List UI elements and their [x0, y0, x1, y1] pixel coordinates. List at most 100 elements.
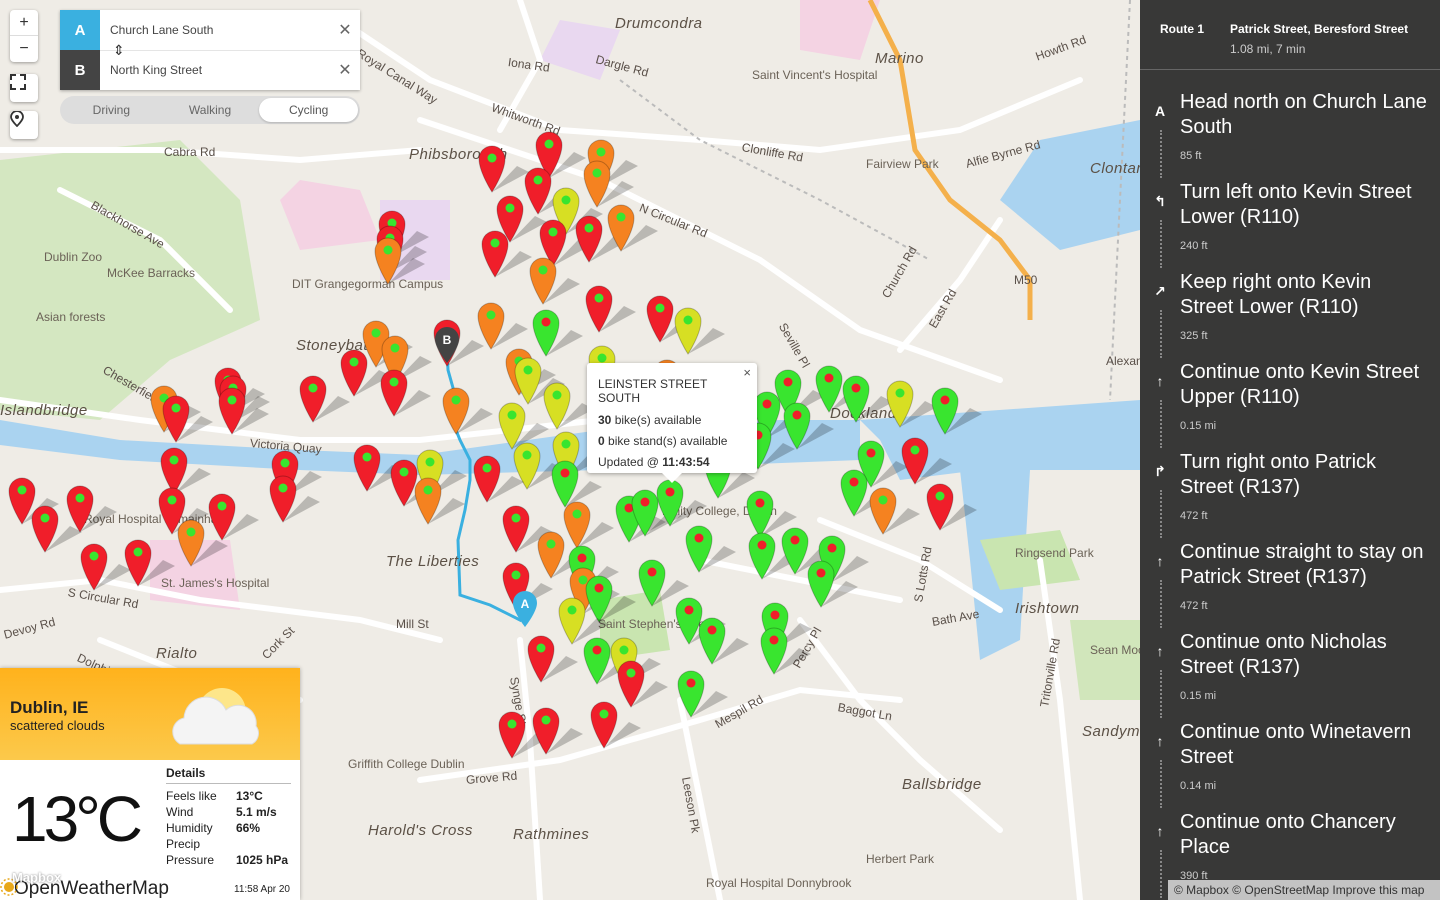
bike-station-marker[interactable]: [298, 372, 358, 424]
maneuver-icon: ↑: [1156, 733, 1164, 749]
map-label: Irishtown: [1015, 600, 1080, 617]
cloud-sun-icon: [172, 688, 259, 745]
map-label: Dublin Zoo: [44, 250, 103, 264]
direction-step[interactable]: ↑ Continue onto Winetavern Street 0.14 mi: [1140, 720, 1440, 810]
bike-station-marker[interactable]: [584, 282, 644, 334]
bike-station-marker[interactable]: [176, 516, 236, 568]
bike-station-marker[interactable]: [373, 234, 433, 286]
bike-station-marker[interactable]: [673, 304, 733, 356]
step-distance: 472 ft: [1180, 600, 1208, 612]
map-label: Sandymount: [1082, 723, 1140, 740]
step-instruction: Continue onto Chancery Place: [1180, 811, 1396, 858]
route-via: Patrick Street, Beresford Street: [1230, 22, 1409, 36]
bike-station-marker[interactable]: [268, 472, 328, 524]
route-marker-a[interactable]: A: [512, 590, 538, 628]
locate-button[interactable]: [10, 111, 38, 139]
map-label: Rathmines: [513, 826, 590, 843]
destination-input[interactable]: North King Street: [100, 63, 330, 77]
direction-step[interactable]: ↗ Keep right onto Kevin Street Lower (R11…: [1140, 270, 1440, 360]
detail-label: Humidity: [166, 821, 213, 835]
zoom-in-button[interactable]: +: [10, 10, 38, 36]
bike-station-marker[interactable]: [925, 480, 985, 532]
fullscreen-button[interactable]: [10, 74, 38, 102]
mode-driving[interactable]: Driving: [62, 98, 161, 122]
map-label: Sean Moore Park: [1090, 643, 1140, 657]
map-label: Herbert Park: [866, 852, 935, 866]
step-distance: 0.15 mi: [1180, 690, 1217, 702]
mapbox-logo[interactable]: Mapbox: [12, 870, 61, 885]
zoom-out-button[interactable]: −: [10, 36, 38, 62]
step-distance: 0.14 mi: [1180, 780, 1217, 792]
station-popup: × LEINSTER STREET SOUTH 30 bike(s) avail…: [587, 363, 757, 483]
popup-bikes-count: 30: [598, 413, 612, 427]
maneuver-icon: ↑: [1156, 373, 1164, 389]
bike-station-marker[interactable]: [868, 484, 928, 536]
maneuver-icon: A: [1154, 103, 1166, 119]
bike-station-marker[interactable]: [759, 624, 819, 676]
bike-station-marker[interactable]: [606, 201, 666, 253]
step-instruction: Head north on Church Lane South: [1180, 91, 1427, 138]
map-label: Marino: [875, 50, 924, 67]
route-distance-time: 1.08 mi, 7 min: [1230, 42, 1306, 56]
direction-step[interactable]: ↱ Turn right onto Patrick Street (R137) 47…: [1140, 450, 1440, 540]
bike-station-marker[interactable]: [217, 384, 277, 436]
bike-station-marker[interactable]: [589, 698, 649, 750]
bike-station-marker[interactable]: [526, 632, 586, 684]
map-label: Rialto: [156, 645, 198, 662]
step-distance: 85 ft: [1180, 150, 1202, 162]
map-label: Ringsend Park: [1015, 546, 1094, 560]
bike-station-marker[interactable]: [900, 434, 960, 486]
direction-step[interactable]: ↑ Continue onto Kevin Street Upper (R110)…: [1140, 360, 1440, 450]
route-name: Route 1: [1160, 22, 1205, 36]
direction-step[interactable]: ↑ Continue straight to stay on Patrick St…: [1140, 540, 1440, 630]
location-pin-icon: [10, 111, 24, 127]
step-distance: 0.15 mi: [1180, 420, 1217, 432]
weather-widget: Dublin, IE scattered clouds 13°C Details…: [0, 668, 300, 900]
direction-step[interactable]: ↰ Turn left onto Kevin Street Lower (R110…: [1140, 180, 1440, 270]
route-marker-b[interactable]: B: [434, 326, 460, 364]
bike-station-marker[interactable]: [528, 254, 588, 306]
bike-station-marker[interactable]: [379, 366, 439, 418]
weather-time: 11:58 Apr 20: [234, 884, 290, 895]
bike-station-marker[interactable]: [441, 384, 501, 436]
detail-value: 13°C: [236, 789, 263, 803]
map-label: Drumcondra: [615, 15, 703, 32]
popup-close-button[interactable]: ×: [743, 365, 751, 380]
attribution-text: © Mapbox © OpenStreetMap Improve this ma…: [1174, 883, 1425, 897]
bike-station-marker[interactable]: [413, 474, 473, 526]
bike-station-marker[interactable]: [930, 384, 990, 436]
origin-letter: A: [60, 10, 100, 50]
bike-station-marker[interactable]: [676, 667, 736, 719]
attribution[interactable]: © Mapbox © OpenStreetMap Improve this ma…: [1168, 880, 1440, 900]
route-marker-a-label: A: [521, 597, 530, 611]
step-distance: 325 ft: [1180, 330, 1208, 342]
clear-origin-icon[interactable]: ✕: [330, 20, 360, 40]
map-label: Alexandra Rd: [1106, 354, 1140, 368]
destination-letter: B: [60, 50, 100, 90]
map-label: Saint Vincent's Hospital: [752, 68, 878, 82]
bike-station-marker[interactable]: [472, 452, 532, 504]
map-label: Mill St: [396, 617, 429, 631]
direction-step[interactable]: ↑ Continue onto Nicholas Street (R137) 0.1…: [1140, 630, 1440, 720]
bike-station-marker[interactable]: [161, 392, 221, 444]
map[interactable]: Drumcondra Marino Iona Rd Dargle Rd Royal Ca…: [0, 0, 1140, 900]
popup-stands-count: 0: [598, 434, 605, 448]
bike-station-marker[interactable]: [65, 482, 125, 534]
bike-station-marker[interactable]: [531, 704, 591, 756]
detail-label: Precip: [166, 837, 201, 851]
directions-inputs: A Church Lane South ✕ ⇕ B North King Str…: [60, 10, 360, 90]
popup-updated-time: 11:43:54: [662, 455, 710, 469]
clear-destination-icon[interactable]: ✕: [330, 60, 360, 80]
step-distance: 472 ft: [1180, 510, 1208, 522]
route-marker-b-label: B: [443, 333, 452, 347]
mode-walking[interactable]: Walking: [161, 98, 260, 122]
detail-label: Feels like: [166, 789, 217, 803]
weather-details: Details Feels like 13°C Wind 5.1 m/s Humid…: [166, 766, 291, 868]
route-summary[interactable]: Route 1 Patrick Street, Beresford Street…: [1140, 0, 1440, 70]
map-label: Harold's Cross: [368, 822, 473, 839]
origin-input[interactable]: Church Lane South: [100, 23, 330, 37]
mode-cycling[interactable]: Cycling: [259, 98, 359, 122]
bike-station-marker[interactable]: [123, 536, 183, 588]
direction-step[interactable]: A Head north on Church Lane South 85 ft: [1140, 90, 1440, 180]
bike-station-marker[interactable]: [697, 614, 757, 666]
